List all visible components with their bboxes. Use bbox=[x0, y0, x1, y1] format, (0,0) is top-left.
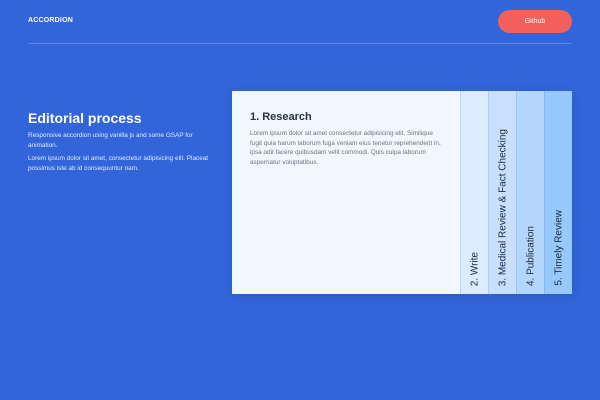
github-button[interactable]: Github bbox=[498, 10, 572, 33]
accordion-tab-write[interactable]: 2. Write bbox=[460, 91, 488, 294]
brand-logo[interactable]: ACCORDION bbox=[28, 17, 73, 24]
tab-label: 4. Publication bbox=[525, 225, 536, 286]
accordion-panel-research[interactable]: 1. Research Lorem ipsum dolor sit amet c… bbox=[232, 91, 460, 294]
intro-section: Editorial process Responsive accordion u… bbox=[28, 110, 213, 177]
panel-title: 1. Research bbox=[250, 111, 312, 123]
tab-label: 5. Timely Review bbox=[553, 210, 564, 286]
intro-paragraph: Responsive accordion using vanilla js an… bbox=[28, 132, 193, 149]
top-header: ACCORDION Github bbox=[28, 10, 572, 44]
tab-label: 2. Write bbox=[469, 251, 480, 286]
accordion-tab-publication[interactable]: 4. Publication bbox=[516, 91, 544, 294]
page-title: Editorial process bbox=[28, 110, 142, 126]
tab-label: 3. Medical Review & Fact Checking bbox=[497, 128, 508, 286]
accordion: 1. Research Lorem ipsum dolor sit amet c… bbox=[232, 91, 572, 294]
intro-paragraph: Lorem ipsum dolor sit amet, consectetur … bbox=[28, 155, 209, 172]
panel-body: Lorem ipsum dolor sit amet consectetur a… bbox=[250, 130, 441, 166]
accordion-tab-medical-review[interactable]: 3. Medical Review & Fact Checking bbox=[488, 91, 516, 294]
accordion-tab-timely-review[interactable]: 5. Timely Review bbox=[544, 91, 572, 294]
